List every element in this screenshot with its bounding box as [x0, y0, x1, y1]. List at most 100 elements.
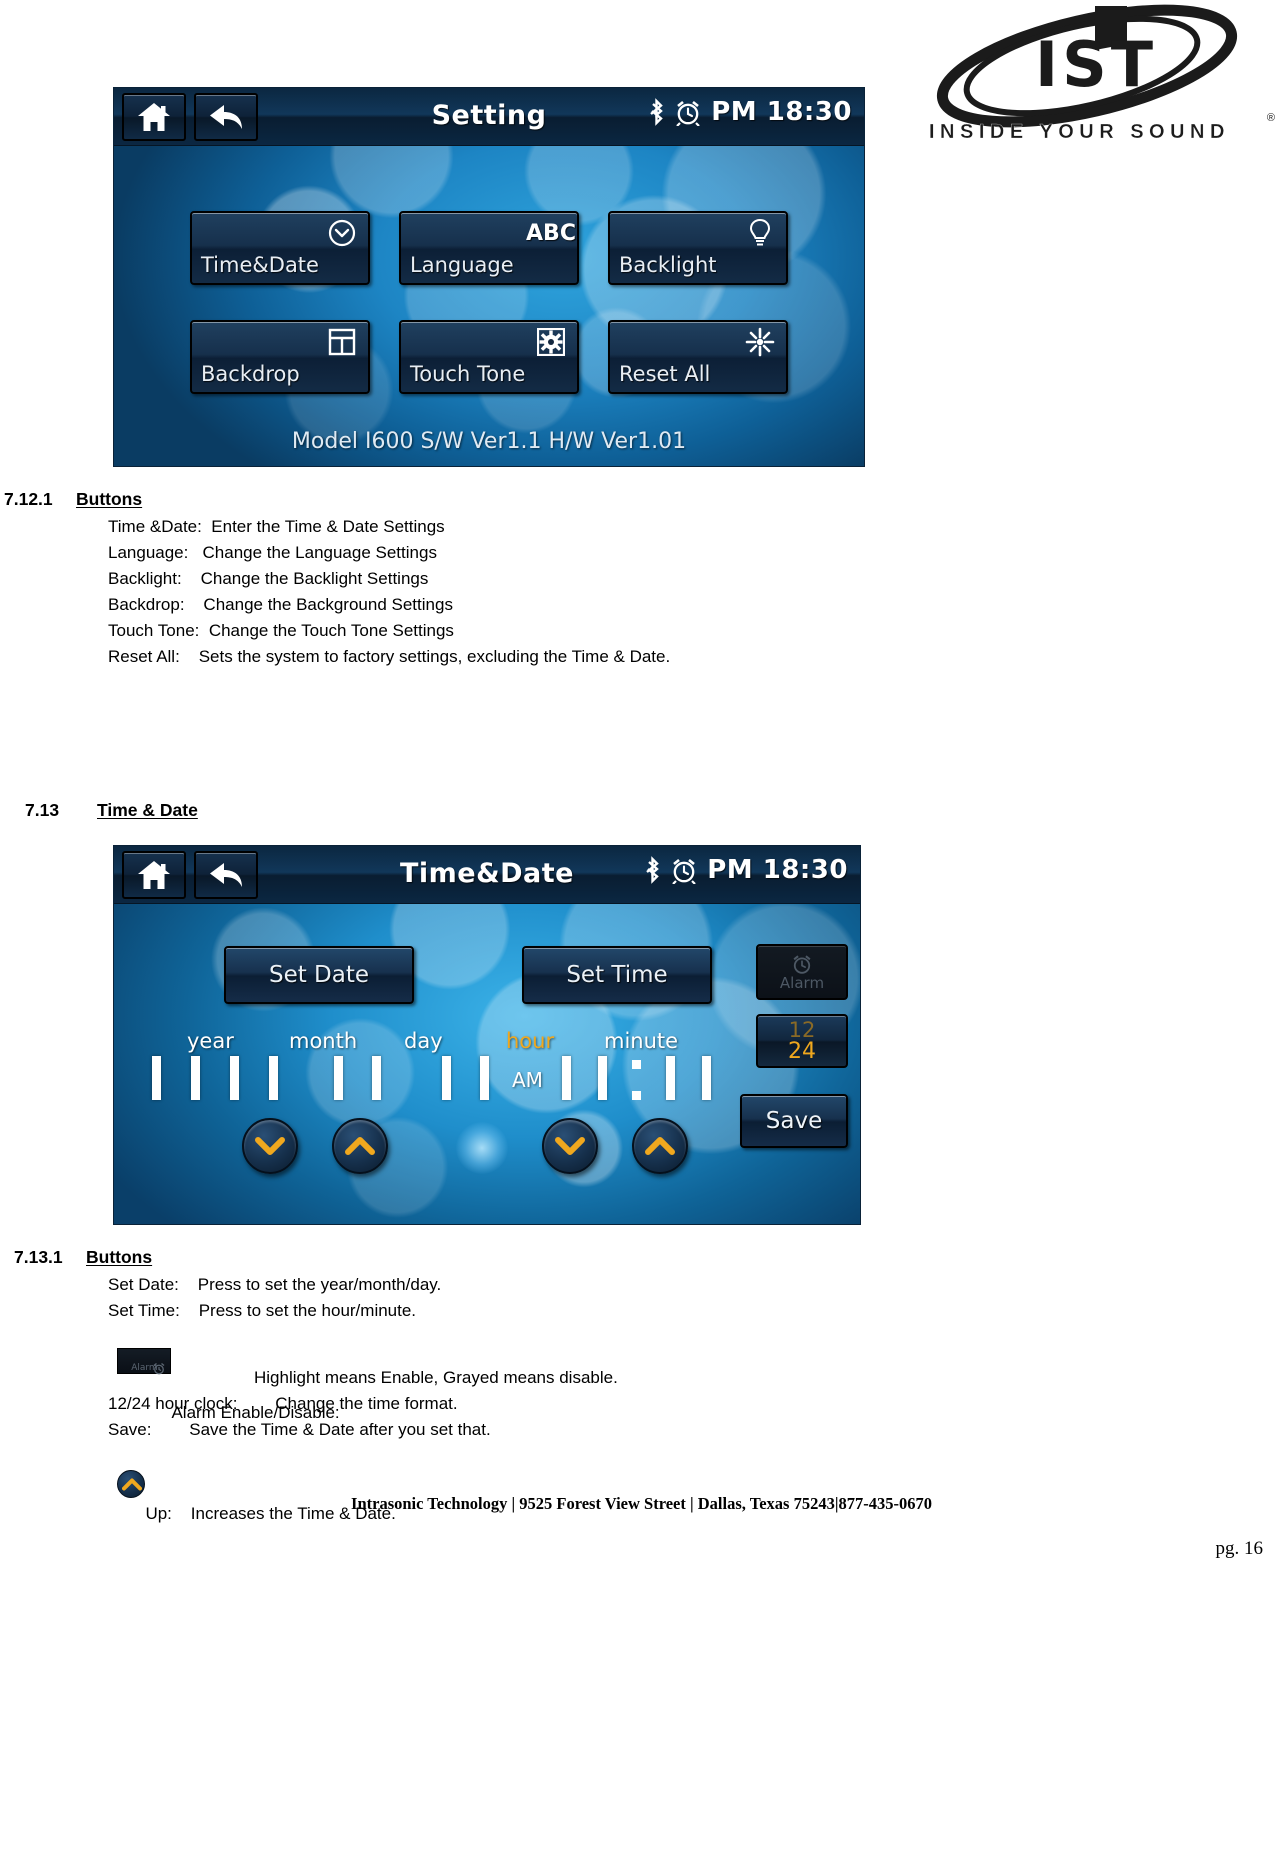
ist-logo: IST INSIDE YOUR SOUND ®: [877, 4, 1277, 150]
header-clock: PM 18:30: [707, 855, 848, 885]
home-button[interactable]: [122, 93, 186, 141]
section-7-13-1-heading: 7.13.1 Buttons: [14, 1247, 152, 1268]
chevron-down-icon: [555, 1137, 585, 1155]
timedate-desc-line: Set Date: Press to set the year/month/da…: [108, 1275, 442, 1294]
bluetooth-icon: [646, 856, 660, 884]
setting-button-label: Backlight: [619, 253, 717, 277]
home-icon: [138, 861, 170, 889]
setting-button-backdrop[interactable]: Backdrop: [190, 320, 370, 394]
time-colon-separator: [632, 1060, 641, 1100]
meridiem-label: AM: [512, 1068, 543, 1092]
hour-digit-slot[interactable]: [598, 1056, 607, 1100]
setting-button-time-date[interactable]: Time&Date: [190, 211, 370, 285]
date-up-arrow-button[interactable]: [332, 1118, 388, 1174]
back-arrow-icon: [210, 105, 242, 129]
footer-contact: Intrasonic Technology | 9525 Forest View…: [351, 1494, 932, 1513]
chevron-up-icon: [345, 1137, 375, 1155]
minute-digit-slot[interactable]: [702, 1056, 711, 1100]
setting-screen-screenshot: Setting PM 18:30 Time&Date ABC Language …: [113, 87, 865, 467]
year-digit-slot[interactable]: [269, 1056, 278, 1100]
button-desc-line: Time &Date: Enter the Time & Date Settin…: [108, 517, 445, 536]
setting-button-label: Reset All: [619, 362, 711, 386]
section-title: Buttons: [76, 489, 143, 509]
minute-digit-slot[interactable]: [666, 1056, 675, 1100]
button-desc-line: Touch Tone: Change the Touch Tone Settin…: [108, 621, 454, 640]
back-button[interactable]: [194, 93, 258, 141]
setting-button-label: Language: [410, 253, 514, 277]
save-button[interactable]: Save: [740, 1094, 848, 1148]
section-7-13-heading: 7.13 Time & Date: [25, 800, 198, 821]
time-date-screen-screenshot: Time&Date PM 18:30 Set Date Set Time Ala…: [113, 845, 861, 1225]
time-down-arrow-button[interactable]: [542, 1118, 598, 1174]
button-desc-line: Language: Change the Language Settings: [108, 543, 437, 562]
section-title: Time & Date: [97, 800, 198, 820]
alarm-desc-subline: Highlight means Enable, Grayed means dis…: [254, 1368, 618, 1387]
setting-button-backlight[interactable]: Backlight: [608, 211, 788, 285]
abc-icon: ABC: [526, 217, 576, 249]
page-number: pg. 16: [1215, 1538, 1264, 1559]
alarm-button-label: Alarm: [779, 973, 825, 992]
setting-button-touch-tone[interactable]: Touch Tone: [399, 320, 579, 394]
setting-button-reset-all[interactable]: Reset All: [608, 320, 788, 394]
setting-header-bar: Setting PM 18:30: [114, 88, 864, 146]
section-number: 7.13: [25, 800, 60, 820]
button-desc-line: Backlight: Change the Backlight Settings: [108, 569, 429, 588]
alarm-clock-icon: [793, 954, 811, 974]
back-arrow-icon: [210, 863, 242, 887]
day-label: day: [404, 1029, 443, 1053]
year-digit-slot[interactable]: [152, 1056, 161, 1100]
section-number: 7.12.1: [4, 489, 53, 509]
gear-icon: [535, 326, 567, 358]
month-digit-slot[interactable]: [372, 1056, 381, 1100]
day-digit-slot[interactable]: [442, 1056, 451, 1100]
ist-logo-mark: IST: [936, 4, 1238, 128]
day-digit-slot[interactable]: [480, 1056, 489, 1100]
ist-logo-tagline: INSIDE YOUR SOUND: [929, 121, 1230, 143]
year-label: year: [187, 1029, 234, 1053]
hour-format-toggle[interactable]: 12 24: [756, 1014, 848, 1068]
button-desc-line: Reset All: Sets the system to factory se…: [108, 647, 671, 666]
hour-format-desc-line: 12/24 hour clock: Change the time format…: [108, 1394, 458, 1413]
status-icons-group: PM 18:30: [644, 855, 848, 885]
center-glow-decoration: [456, 1122, 508, 1174]
timedate-desc-line: Set Time: Press to set the hour/minute.: [108, 1301, 417, 1320]
setting-button-label: Time&Date: [201, 253, 319, 277]
alarm-inline-label: Alarm: [131, 1363, 158, 1373]
back-button[interactable]: [194, 851, 258, 899]
setting-button-language[interactable]: ABC Language: [399, 211, 579, 285]
chevron-up-icon: [122, 1478, 143, 1491]
svg-text:IST: IST: [1035, 28, 1157, 101]
section-7-12-1-heading: 7.12.1 Buttons: [4, 489, 142, 510]
section-number: 7.13.1: [14, 1247, 63, 1267]
date-down-arrow-button[interactable]: [242, 1118, 298, 1174]
set-time-button[interactable]: Set Time: [522, 946, 712, 1004]
year-digit-slot[interactable]: [230, 1056, 239, 1100]
chevron-up-icon: [645, 1137, 675, 1155]
alarm-clock-icon: [676, 100, 701, 126]
button-desc-line: Backdrop: Change the Background Settings: [108, 595, 453, 614]
month-label: month: [289, 1029, 358, 1053]
setting-button-label: Touch Tone: [410, 362, 526, 386]
abc-icon-text: ABC: [526, 220, 576, 246]
home-button[interactable]: [122, 851, 186, 899]
format-24-label: 24: [788, 1038, 816, 1064]
setting-button-label: Backdrop: [201, 362, 300, 386]
bluetooth-icon: [650, 98, 664, 126]
section-title: Buttons: [86, 1247, 153, 1267]
status-icons-group: PM 18:30: [648, 97, 852, 127]
timedate-header-bar: Time&Date PM 18:30: [114, 846, 860, 904]
model-version-text: Model I600 S/W Ver1.1 H/W Ver1.01: [291, 429, 687, 454]
starburst-icon: [744, 326, 776, 358]
alarm-icon-inline: Alarm: [117, 1348, 172, 1375]
time-up-arrow-button[interactable]: [632, 1118, 688, 1174]
alarm-toggle-button[interactable]: Alarm: [756, 944, 848, 1000]
save-desc-line: Save: Save the Time & Date after you set…: [108, 1420, 491, 1439]
hour-digit-slot[interactable]: [562, 1056, 571, 1100]
format-12-label: 12: [788, 1017, 816, 1042]
month-digit-slot[interactable]: [334, 1056, 343, 1100]
header-clock: PM 18:30: [711, 97, 852, 127]
minute-label: minute: [604, 1029, 679, 1053]
year-digit-slot[interactable]: [191, 1056, 200, 1100]
grid-window-icon: [326, 326, 358, 358]
set-date-button[interactable]: Set Date: [224, 946, 414, 1004]
